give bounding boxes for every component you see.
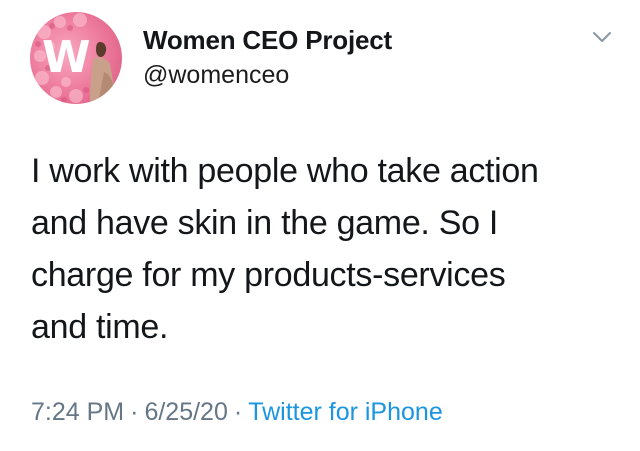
tweet-source-link[interactable]: Twitter for iPhone (248, 398, 443, 426)
avatar[interactable]: W (30, 12, 122, 104)
tweet-text-line: and time. (31, 308, 169, 346)
meta-separator: · (233, 398, 243, 426)
tweet-date[interactable]: 6/25/20 (144, 398, 227, 426)
tweet-text-line: and have skin in the game. So I (31, 204, 498, 242)
meta-separator: · (130, 398, 139, 426)
tweet-meta: 7:24 PM · 6/25/20 · Twitter for iPhone (31, 398, 443, 427)
chevron-down-icon[interactable] (592, 30, 612, 44)
author-handle[interactable]: @womenceo (143, 61, 289, 90)
chevron-down-icon-svg (593, 32, 611, 42)
tweet-text-line: charge for my products-services (31, 256, 506, 294)
author-display-name[interactable]: Women CEO Project (143, 25, 392, 56)
tweet-time[interactable]: 7:24 PM (31, 398, 124, 426)
avatar-letter: W (42, 32, 91, 83)
tweet-text: I work with people who take action and h… (31, 145, 621, 353)
tweet-text-line: I work with people who take action (31, 152, 539, 190)
